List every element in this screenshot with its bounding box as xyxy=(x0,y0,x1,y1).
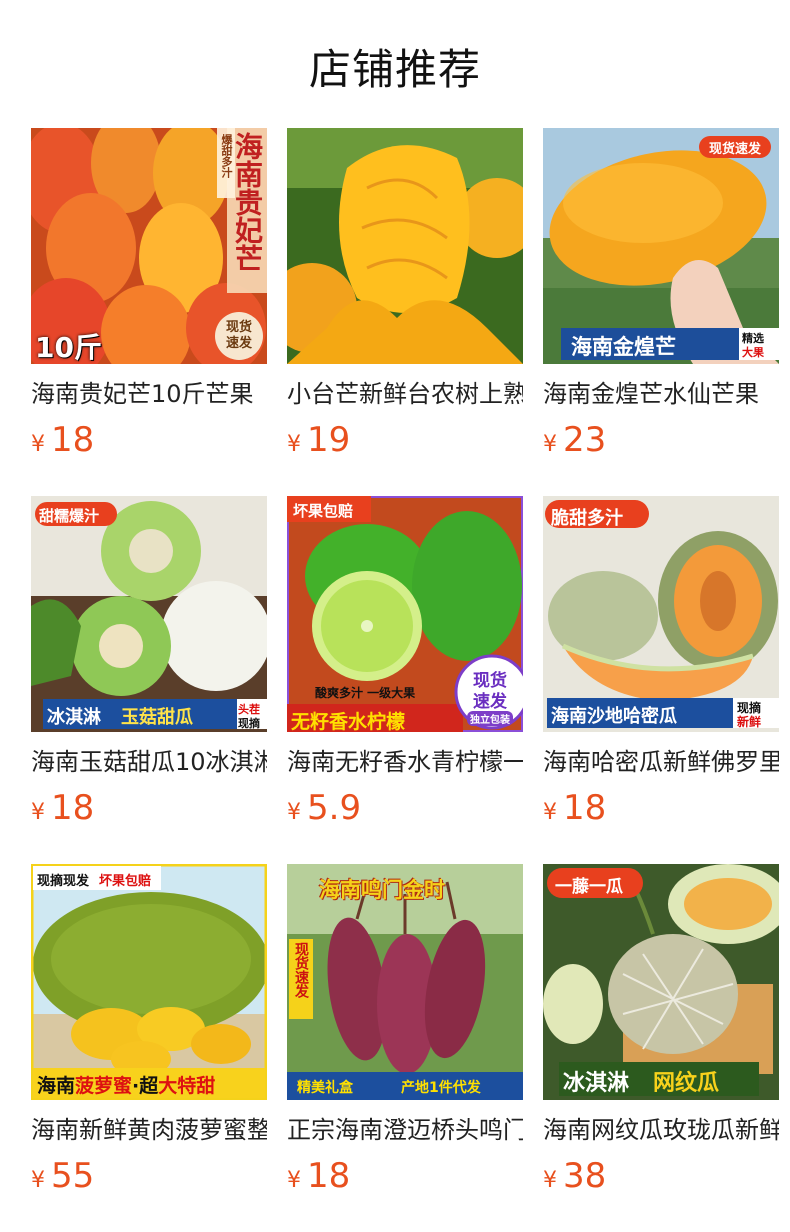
badge-circle3: 独立包装 xyxy=(467,711,513,726)
product-image[interactable]: 脆甜多汁 海南沙地哈密瓜 现摘 新鲜 xyxy=(543,496,779,732)
product-image[interactable]: 海南贵妃芒 爆甜多汁 10斤 现货速发 xyxy=(31,128,267,364)
product-image[interactable]: 现摘现发 坏果包赔 海南菠萝蜜·超大特甜 xyxy=(31,864,267,1100)
product-name[interactable]: 海南贵妃芒10斤芒果 xyxy=(31,378,267,410)
price-value: 19 xyxy=(307,420,351,460)
badge-top: 现货速发 xyxy=(708,142,761,157)
product-price: ¥18 xyxy=(543,788,779,834)
price-value: 23 xyxy=(563,420,607,460)
badge-bottom1: 精美礼盒 xyxy=(297,1080,353,1096)
price-value: 18 xyxy=(51,420,95,460)
badge-banner4: 大特甜 xyxy=(158,1075,216,1097)
badge-weight: 10斤 xyxy=(35,331,102,364)
badge-banner3: ·超 xyxy=(132,1075,159,1097)
currency-symbol: ¥ xyxy=(31,432,45,457)
product-price: ¥5.9 xyxy=(287,788,523,834)
product-name[interactable]: 海南哈密瓜新鲜佛罗里达 xyxy=(543,746,779,778)
currency-symbol: ¥ xyxy=(287,800,301,825)
product-card[interactable]: 海南鸣门金时 现货速发 精美礼盒 产地1件代发 正宗海南澄迈桥头鸣门金时 ¥18 xyxy=(287,864,523,1232)
product-card[interactable]: 坏果包赔 酸爽多汁 一级大果 无籽香水柠檬 现货 速发 独立包装 海南无籽香水青… xyxy=(287,496,523,864)
product-image[interactable] xyxy=(287,128,523,364)
product-name[interactable]: 海南玉菇甜瓜10冰淇淋 xyxy=(31,746,267,778)
product-card[interactable]: 现摘现发 坏果包赔 海南菠萝蜜·超大特甜 海南新鲜黄肉菠萝蜜整个 ¥55 xyxy=(31,864,267,1232)
badge-banner2: 菠萝蜜 xyxy=(75,1075,133,1097)
product-name[interactable]: 小台芒新鲜台农树上熟 xyxy=(287,378,523,410)
badge-banner2: 玉菇甜瓜 xyxy=(121,707,193,728)
product-card[interactable]: 现货速发 海南金煌芒 精选 大果 海南金煌芒水仙芒果 ¥23 xyxy=(543,128,779,496)
currency-symbol: ¥ xyxy=(543,800,557,825)
product-price: ¥18 xyxy=(287,1156,523,1202)
product-name[interactable]: 正宗海南澄迈桥头鸣门金时 xyxy=(287,1114,523,1146)
badge-side2: 大果 xyxy=(742,346,764,359)
badge-banner: 海南菠萝蜜·超大特甜 xyxy=(37,1071,215,1098)
product-price: ¥18 xyxy=(31,420,267,466)
currency-symbol: ¥ xyxy=(287,432,301,457)
badge-side: 现货速发 xyxy=(293,942,309,998)
badge-top2: 坏果包赔 xyxy=(99,874,152,889)
product-card[interactable]: 一藤一瓜 冰淇淋 网纹瓜 海南网纹瓜玫珑瓜新鲜 ¥38 xyxy=(543,864,779,1232)
badge-side2: 新鲜 xyxy=(737,715,762,729)
product-price: ¥38 xyxy=(543,1156,779,1202)
currency-symbol: ¥ xyxy=(287,1168,301,1193)
product-name[interactable]: 海南新鲜黄肉菠萝蜜整个 xyxy=(31,1114,267,1146)
currency-symbol: ¥ xyxy=(543,432,557,457)
badge-top: 一藤一瓜 xyxy=(555,877,623,897)
product-name[interactable]: 海南网纹瓜玫珑瓜新鲜 xyxy=(543,1114,779,1146)
badge-banner1: 冰淇淋 xyxy=(563,1071,630,1096)
currency-symbol: ¥ xyxy=(31,1168,45,1193)
price-value: 38 xyxy=(563,1156,607,1196)
product-card[interactable]: 脆甜多汁 海南沙地哈密瓜 现摘 新鲜 海南哈密瓜新鲜佛罗里达 ¥18 xyxy=(543,496,779,864)
badge-side: 爆甜多汁 xyxy=(220,134,233,178)
product-grid: 海南贵妃芒 爆甜多汁 10斤 现货速发 海南贵妃芒10斤芒果 ¥18 小台芒新鲜… xyxy=(31,128,779,1232)
price-value: 18 xyxy=(563,788,607,828)
price-value: 18 xyxy=(307,1156,351,1196)
product-card[interactable]: 小台芒新鲜台农树上熟 ¥19 xyxy=(287,128,523,496)
product-price: ¥55 xyxy=(31,1156,267,1202)
badge-top: 脆甜多汁 xyxy=(551,508,623,529)
badge-banner1: 冰淇淋 xyxy=(47,707,101,728)
badge-banner: 无籽香水柠檬 xyxy=(291,711,406,732)
product-image[interactable]: 现货速发 海南金煌芒 精选 大果 xyxy=(543,128,779,364)
badge-banner: 海南金煌芒 xyxy=(571,335,676,359)
badge-sub: 酸爽多汁 一级大果 xyxy=(315,686,416,700)
badge-top: 坏果包赔 xyxy=(293,502,354,520)
product-image[interactable]: 甜糯爆汁 冰淇淋 玉菇甜瓜 头茬 现摘 xyxy=(31,496,267,732)
product-name[interactable]: 海南无籽香水青柠檬一级 xyxy=(287,746,523,778)
badge-banner: 海南沙地哈密瓜 xyxy=(551,706,677,727)
product-card[interactable]: 甜糯爆汁 冰淇淋 玉菇甜瓜 头茬 现摘 海南玉菇甜瓜10冰淇淋 ¥18 xyxy=(31,496,267,864)
badge-banner1: 海南 xyxy=(37,1075,76,1097)
badge-top: 甜糯爆汁 xyxy=(39,507,100,525)
product-card[interactable]: 海南贵妃芒 爆甜多汁 10斤 现货速发 海南贵妃芒10斤芒果 ¥18 xyxy=(31,128,267,496)
badge-side2: 现摘 xyxy=(238,717,260,730)
currency-symbol: ¥ xyxy=(543,1168,557,1193)
product-price: ¥19 xyxy=(287,420,523,466)
product-image[interactable]: 海南鸣门金时 现货速发 精美礼盒 产地1件代发 xyxy=(287,864,523,1100)
badge-bottom2: 产地1件代发 xyxy=(401,1080,481,1096)
badge-banner2: 网纹瓜 xyxy=(653,1071,720,1096)
product-image[interactable]: 坏果包赔 酸爽多汁 一级大果 无籽香水柠檬 现货 速发 独立包装 xyxy=(287,496,523,732)
price-value: 18 xyxy=(51,788,95,828)
price-value: 55 xyxy=(51,1156,95,1196)
badge-circle2: 速发 xyxy=(473,692,507,712)
price-value: 5.9 xyxy=(307,788,362,828)
badge-main: 海南贵妃芒 xyxy=(231,132,264,272)
currency-symbol: ¥ xyxy=(31,800,45,825)
badge-stamp: 现货速发 xyxy=(225,320,252,351)
badge-top1: 现摘现发 xyxy=(37,874,90,889)
product-price: ¥23 xyxy=(543,420,779,466)
product-name[interactable]: 海南金煌芒水仙芒果 xyxy=(543,378,779,410)
product-image[interactable]: 一藤一瓜 冰淇淋 网纹瓜 xyxy=(543,864,779,1100)
badge-top: 海南鸣门金时 xyxy=(319,878,445,902)
page-title: 店铺推荐 xyxy=(308,45,481,94)
product-price: ¥18 xyxy=(31,788,267,834)
